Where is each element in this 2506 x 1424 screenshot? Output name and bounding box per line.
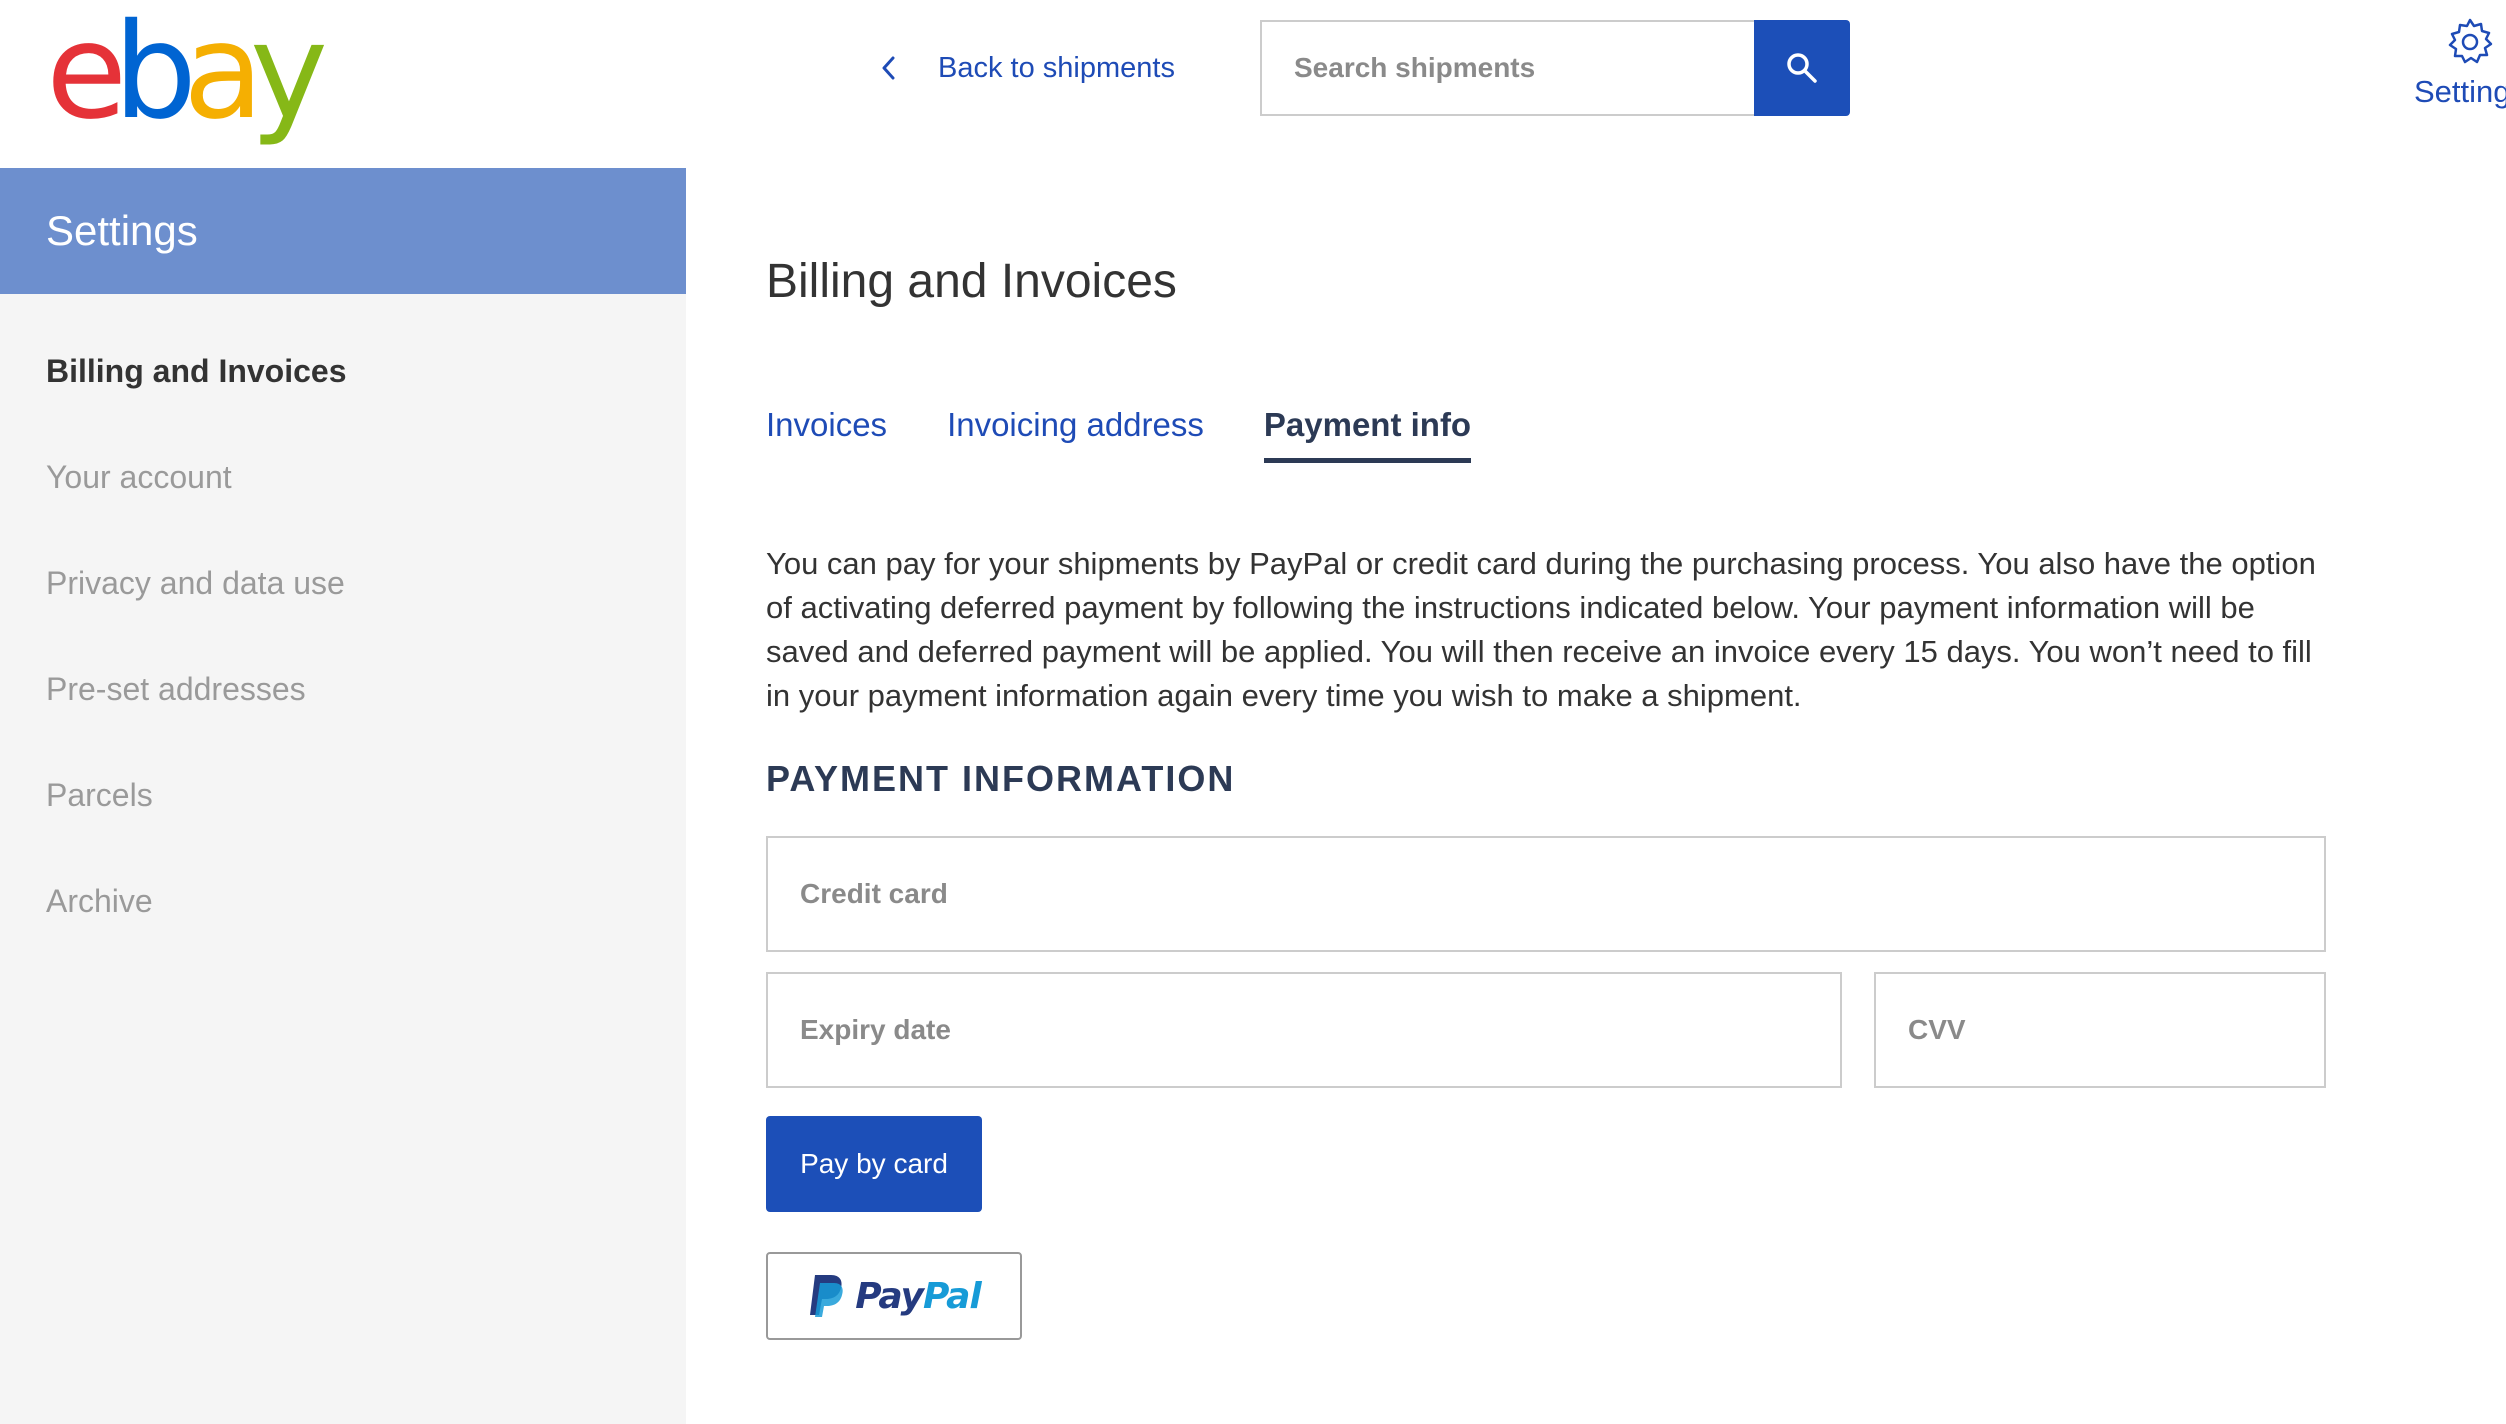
cvv-field[interactable] [1874, 972, 2326, 1088]
logo-letter-b: b [113, 0, 197, 149]
sidebar-item-parcels[interactable]: Parcels [0, 742, 686, 848]
pay-by-card-button[interactable]: Pay by card [766, 1116, 982, 1212]
settings-link[interactable]: Settings [2400, 16, 2506, 110]
sidebar-item-privacy-and-data-use[interactable]: Privacy and data use [0, 530, 686, 636]
search-icon [1787, 53, 1817, 83]
expiry-date-field[interactable] [766, 972, 1842, 1088]
ebay-logo[interactable]: ebay [46, 6, 328, 138]
sidebar-item-your-account[interactable]: Your account [0, 424, 686, 530]
app-root: ebay Back to shipments Settings Settings… [0, 0, 2506, 1424]
logo-letter-y: y [249, 0, 328, 149]
sidebar-item-pre-set-addresses[interactable]: Pre-set addresses [0, 636, 686, 742]
sidebar-nav: Billing and Invoices Your account Privac… [0, 294, 686, 954]
payment-description: You can pay for your shipments by PayPal… [766, 546, 2316, 713]
search-button[interactable] [1754, 20, 1850, 116]
paypal-logo-icon [810, 1275, 843, 1317]
tab-invoicing-address[interactable]: Invoicing address [947, 406, 1204, 463]
sidebar-item-archive[interactable]: Archive [0, 848, 686, 954]
tab-invoices[interactable]: Invoices [766, 406, 887, 463]
gear-icon [2448, 18, 2493, 64]
search-bar [1260, 20, 1850, 116]
credit-card-field[interactable] [766, 836, 2326, 952]
tab-payment-info[interactable]: Payment info [1263, 406, 1472, 463]
sidebar: Settings Billing and Invoices Your accou… [0, 168, 686, 1424]
page-title: Billing and Invoices [766, 255, 1177, 308]
logo-letter-a: a [183, 0, 264, 149]
paypal-logo-text-pal: Pal [923, 1275, 982, 1317]
back-to-shipments-link[interactable]: Back to shipments [878, 44, 1175, 92]
paypal-logo-text-pay: Pay [855, 1275, 924, 1317]
section-heading-payment-information: PAYMENT INFORMATION [766, 758, 1236, 799]
paypal-button[interactable]: PayPal [766, 1252, 1022, 1340]
chevron-left-icon [882, 56, 895, 80]
paypal-logo-text: PayPal [855, 1275, 982, 1317]
sidebar-title: Settings [0, 168, 686, 294]
search-input[interactable] [1260, 20, 1754, 116]
logo-letter-e: e [46, 0, 127, 149]
back-to-shipments-label: Back to shipments [938, 51, 1175, 84]
settings-label: Settings [2413, 74, 2506, 109]
tab-bar: Invoices Invoicing address Payment info [766, 406, 1472, 463]
sidebar-item-billing-and-invoices[interactable]: Billing and Invoices [0, 318, 686, 424]
